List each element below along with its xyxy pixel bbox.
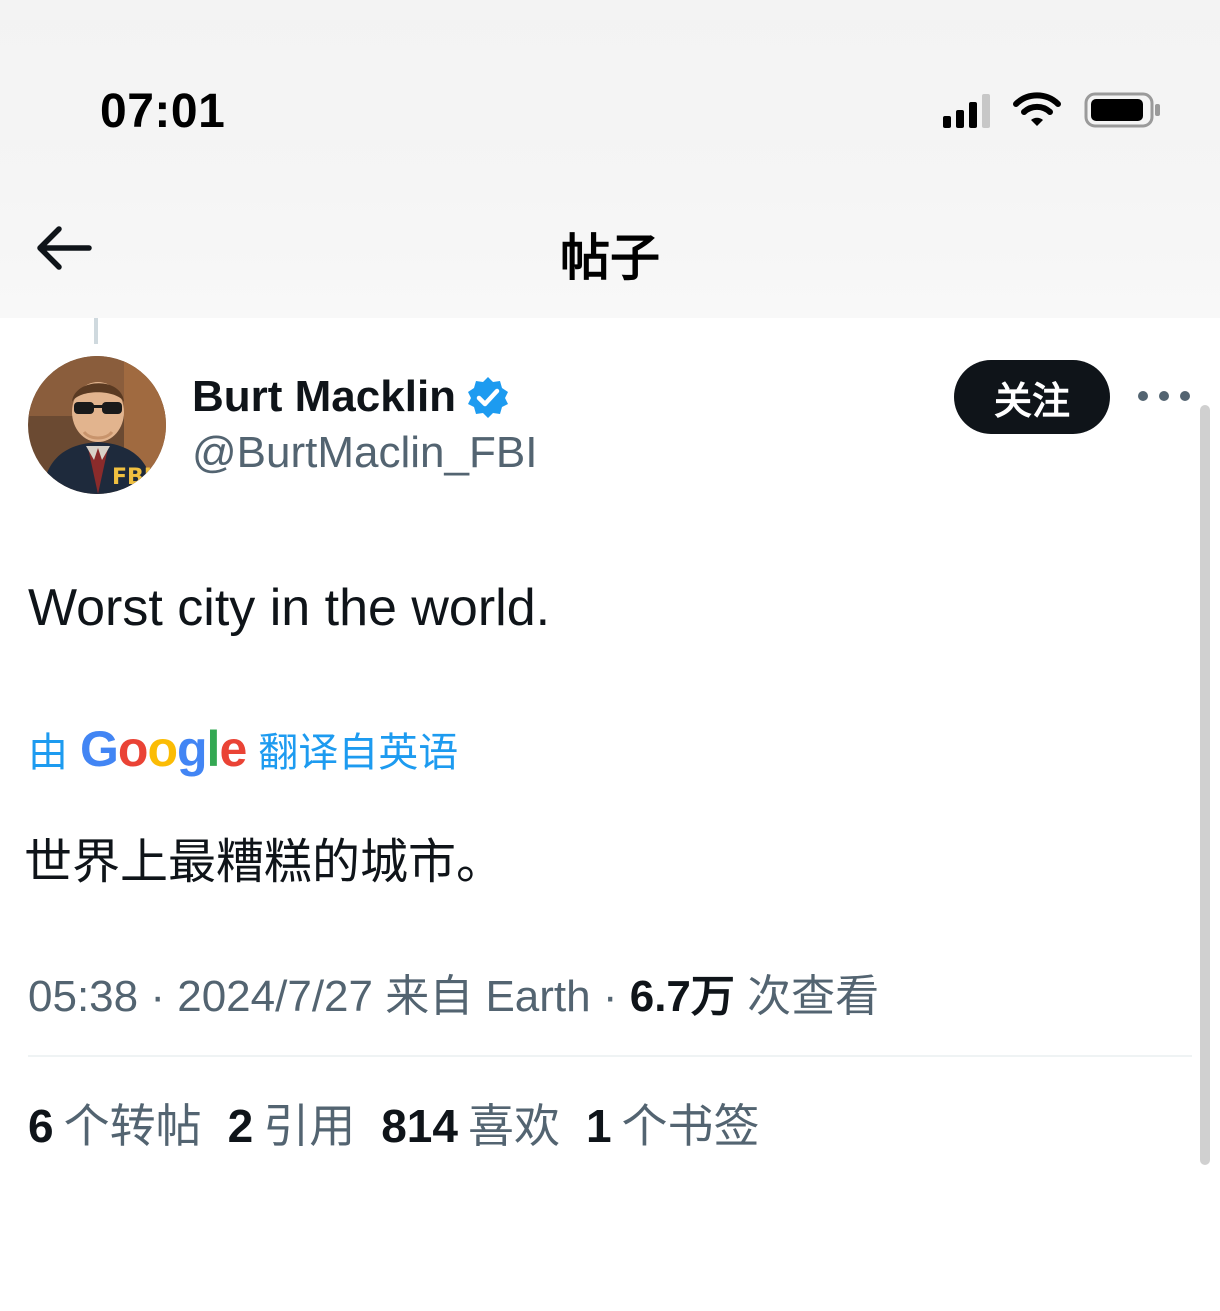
meta-separator: ·	[150, 972, 165, 1021]
views-count: 6.7万	[629, 972, 735, 1021]
verified-badge-icon	[468, 377, 509, 418]
bookmarks-stat[interactable]: 1 个书签	[586, 1090, 760, 1156]
tweet-text: Worst city in the world.	[28, 579, 551, 637]
more-horizontal-icon[interactable]	[1138, 384, 1190, 408]
reposts-count: 6	[28, 1100, 54, 1152]
follow-button[interactable]: 关注	[954, 360, 1110, 434]
author-name-row[interactable]: Burt Macklin	[192, 372, 510, 422]
battery-icon	[1084, 92, 1160, 128]
avatar[interactable]: FBI	[28, 356, 166, 494]
avatar-image: FBI	[28, 356, 166, 494]
engagement-stats: 6 个转帖 2 引用 814 喜欢 1 个书签	[28, 1090, 760, 1156]
status-time: 07:01	[100, 85, 226, 138]
author-name[interactable]: Burt Macklin	[192, 372, 456, 422]
bookmarks-label: 个书签	[621, 1100, 760, 1152]
likes-label: 喜欢	[467, 1100, 560, 1152]
likes-stat[interactable]: 814 喜欢	[381, 1090, 560, 1156]
quotes-stat[interactable]: 2 引用	[228, 1090, 356, 1156]
page-title: 帖子	[560, 230, 660, 286]
signal-icon	[943, 92, 990, 128]
views-label: 次查看	[747, 972, 880, 1021]
scrollbar[interactable]	[1200, 405, 1210, 1165]
tweet-location: 来自 Earth	[385, 972, 591, 1021]
likes-count: 814	[381, 1100, 458, 1152]
translate-link[interactable]: 由 Google 翻译自英语	[28, 720, 458, 778]
reposts-label: 个转帖	[63, 1100, 202, 1152]
bookmarks-count: 1	[585, 1100, 612, 1152]
tweet-date[interactable]: 2024/7/27	[177, 972, 373, 1021]
translated-text: 世界上最糟糕的城市。	[24, 836, 505, 889]
divider	[28, 1055, 1192, 1057]
status-icons	[943, 90, 1162, 130]
meta-separator: ·	[602, 972, 618, 1021]
reposts-stat[interactable]: 6 个转帖	[28, 1090, 202, 1156]
quotes-count: 2	[227, 1100, 254, 1152]
avatar-fbi-label: FBI	[112, 465, 152, 490]
author-handle[interactable]: @BurtMaclin_FBI	[192, 428, 537, 478]
quotes-label: 引用	[263, 1100, 356, 1152]
google-logo: Google	[80, 721, 247, 777]
wifi-icon	[1013, 92, 1061, 126]
tweet-time[interactable]: 05:38	[28, 972, 138, 1021]
translate-prefix: 由	[28, 731, 68, 775]
tweet-meta: 05:38 · 2024/7/27 来自 Earth · 6.7万 次查看	[28, 960, 879, 1024]
thread-line	[94, 318, 98, 344]
translate-suffix: 翻译自英语	[258, 731, 459, 775]
